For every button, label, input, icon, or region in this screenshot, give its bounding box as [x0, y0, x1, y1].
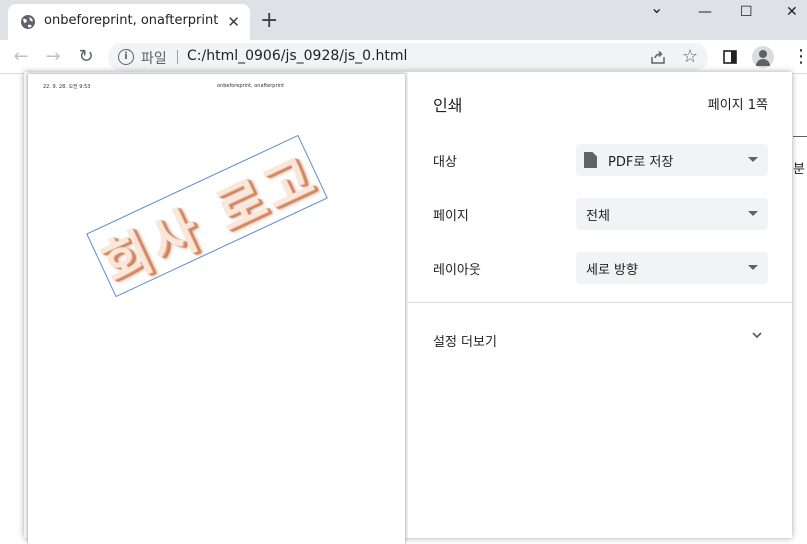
- destination-select[interactable]: PDF로 저장: [576, 144, 768, 176]
- chevron-down-icon[interactable]: [752, 330, 762, 340]
- maximize-button[interactable]: ☐: [740, 4, 753, 20]
- share-icon[interactable]: [650, 49, 666, 65]
- print-preview-area: 22. 9. 28. 오전 9:53 onbeforeprint, onafte…: [24, 72, 408, 544]
- background-edge-text: 분: [793, 162, 805, 177]
- address-scheme: 파일: [141, 51, 167, 67]
- preview-header-title: onbeforeprint, onafterprint: [217, 83, 285, 89]
- company-logo-text: 회사 로고: [92, 145, 326, 297]
- page-count: 페이지 1쪽: [707, 98, 768, 113]
- file-icon: [584, 152, 597, 168]
- globe-icon: [21, 15, 35, 29]
- preview-header-date: 22. 9. 28. 오전 9:53: [43, 84, 91, 90]
- bookmark-star-icon[interactable]: ☆: [682, 47, 698, 67]
- reload-button[interactable]: ↻: [75, 46, 97, 68]
- tab-search-icon[interactable]: ⌄: [650, 0, 663, 16]
- address-bar[interactable]: i 파일 C:/html_0906/js_0928/js_0.html ☆: [108, 43, 708, 71]
- chevron-down-icon: [748, 157, 758, 162]
- forward-button[interactable]: →: [42, 46, 64, 68]
- pages-value: 전체: [586, 209, 610, 224]
- tab-strip: onbeforeprint, onafterprint ✕ + ⌄ — ☐ ✕: [0, 0, 807, 40]
- address-url[interactable]: C:/html_0906/js_0928/js_0.html: [187, 48, 407, 64]
- settings-divider: [408, 302, 792, 303]
- print-settings-panel: 인쇄 페이지 1쪽 대상 PDF로 저장 페이지 전체 레이아웃 세로 방향 설…: [408, 72, 792, 538]
- print-title: 인쇄: [433, 96, 463, 115]
- menu-icon[interactable]: ⋮: [792, 46, 807, 68]
- info-icon[interactable]: i: [118, 49, 134, 65]
- destination-label: 대상: [433, 155, 457, 170]
- back-button[interactable]: ←: [10, 46, 32, 68]
- more-settings-toggle[interactable]: 설정 더보기: [433, 331, 497, 350]
- background-divider: [793, 136, 807, 137]
- pages-label: 페이지: [433, 209, 469, 224]
- new-tab-button[interactable]: +: [260, 8, 278, 34]
- tab-close-icon[interactable]: ✕: [227, 13, 240, 31]
- tab-title: onbeforeprint, onafterprint: [44, 13, 219, 28]
- address-separator: [177, 50, 178, 64]
- chevron-down-icon: [748, 211, 758, 216]
- minimize-button[interactable]: —: [698, 4, 712, 20]
- profile-avatar[interactable]: [752, 46, 774, 68]
- side-panel-icon[interactable]: [723, 50, 737, 64]
- layout-value: 세로 방향: [586, 263, 638, 278]
- layout-select[interactable]: 세로 방향: [576, 252, 768, 284]
- chevron-down-icon: [748, 265, 758, 270]
- browser-tab[interactable]: onbeforeprint, onafterprint ✕: [8, 4, 250, 40]
- layout-label: 레이아웃: [433, 263, 481, 278]
- print-dialog: 22. 9. 28. 오전 9:53 onbeforeprint, onafte…: [24, 72, 792, 544]
- pages-select[interactable]: 전체: [576, 198, 768, 230]
- close-window-button[interactable]: ✕: [786, 4, 798, 20]
- company-logo-stamp: 회사 로고: [86, 134, 328, 298]
- preview-page: 22. 9. 28. 오전 9:53 onbeforeprint, onafte…: [28, 74, 405, 544]
- browser-toolbar: ← → ↻ i 파일 C:/html_0906/js_0928/js_0.htm…: [0, 40, 807, 74]
- destination-value: PDF로 저장: [608, 155, 674, 170]
